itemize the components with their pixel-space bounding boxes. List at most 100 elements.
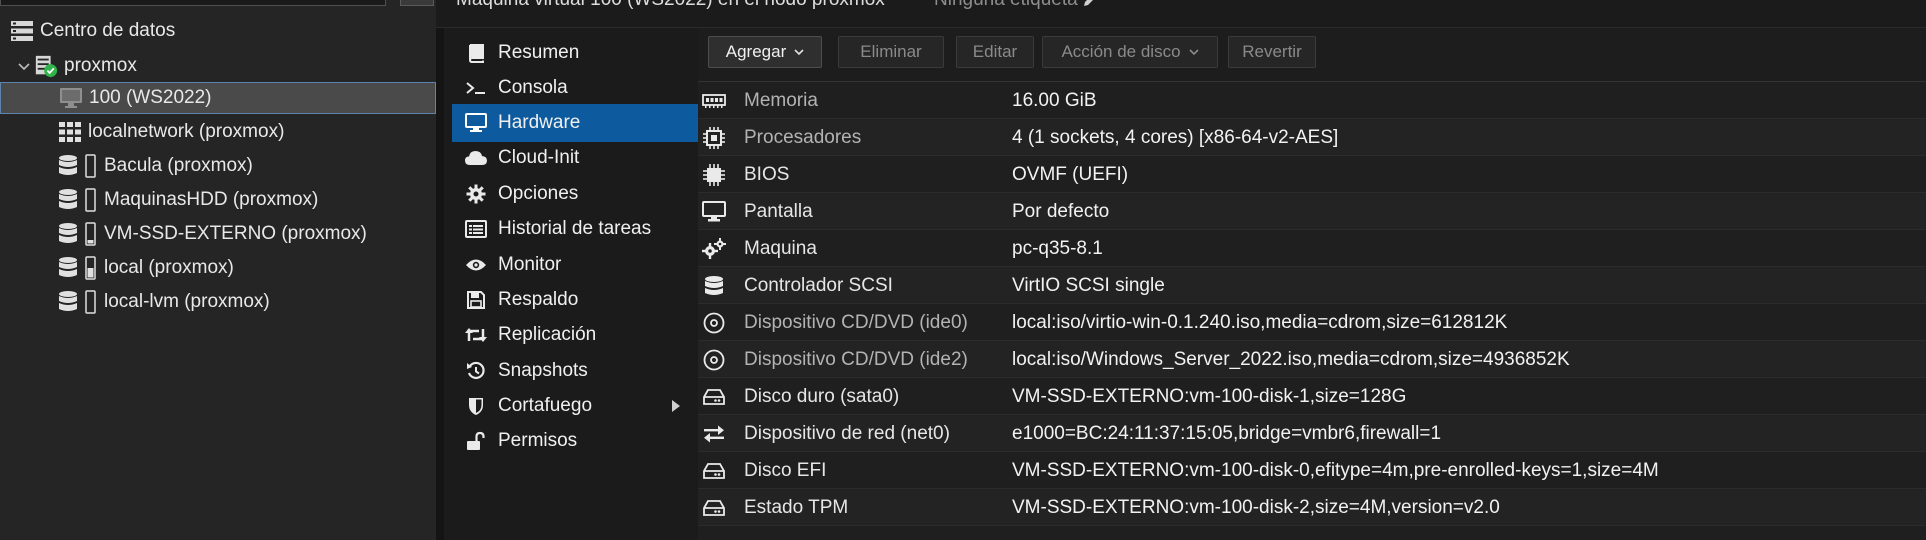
page-title: Máquina virtual 100 (WS2022) en el nodo … bbox=[456, 0, 885, 11]
disk-action-button[interactable]: Acción de disco bbox=[1042, 36, 1218, 68]
cloud-icon bbox=[464, 146, 488, 170]
tree-item-localnetwork[interactable]: localnetwork (proxmox) bbox=[0, 116, 436, 148]
pencil-icon[interactable] bbox=[1082, 0, 1098, 8]
add-button[interactable]: Agregar bbox=[708, 36, 822, 68]
hardware-row-efi-disk[interactable]: Disco EFI VM-SSD-EXTERNO:vm-100-disk-0,e… bbox=[698, 452, 1926, 489]
hardware-key: Procesadores bbox=[744, 127, 862, 148]
hardware-key: Disco duro (sata0) bbox=[744, 386, 900, 407]
tree-item-local[interactable]: local (proxmox) bbox=[0, 252, 436, 284]
tree-item-vm-ssd-externo[interactable]: VM-SSD-EXTERNO (proxmox) bbox=[0, 218, 436, 250]
network-grid-icon bbox=[58, 120, 82, 144]
nav-item-consola[interactable]: Consola bbox=[452, 69, 698, 107]
nav-label: Cortafuego bbox=[498, 395, 593, 416]
tree-node-datacenter[interactable]: Centro de datos bbox=[0, 15, 436, 47]
tags-label: Ninguna etiqueta bbox=[934, 0, 1078, 11]
nav-item-respaldo[interactable]: Respaldo bbox=[452, 281, 698, 319]
nav-label: Cloud-Init bbox=[498, 147, 580, 168]
tree-item-vm-100[interactable]: 100 (WS2022) bbox=[0, 82, 436, 114]
hardware-value: local:iso/virtio-win-0.1.240.iso,media=c… bbox=[1012, 312, 1508, 333]
hardware-row-maquina[interactable]: Maquina pc-q35-8.1 bbox=[698, 230, 1926, 267]
nav-item-monitor[interactable]: Monitor bbox=[452, 246, 698, 284]
tree-item-local-lvm[interactable]: local-lvm (proxmox) bbox=[0, 286, 436, 318]
tree-item-label: Bacula (proxmox) bbox=[104, 155, 253, 176]
edit-button-label: Editar bbox=[972, 42, 1018, 61]
tree-item-label: local-lvm (proxmox) bbox=[104, 291, 270, 312]
storage-icon bbox=[58, 188, 98, 212]
hardware-row-net0[interactable]: Dispositivo de red (net0) e1000=BC:24:11… bbox=[698, 415, 1926, 452]
hardware-key: Pantalla bbox=[744, 201, 813, 222]
nav-item-cloud-init[interactable]: Cloud-Init bbox=[452, 139, 698, 177]
nav-item-cortafuego[interactable]: Cortafuego bbox=[452, 387, 698, 425]
hardware-value: 16.00 GiB bbox=[1012, 90, 1097, 111]
hardware-row-tpm-state[interactable]: Estado TPM VM-SSD-EXTERNO:vm-100-disk-2,… bbox=[698, 489, 1926, 526]
shield-icon bbox=[464, 394, 488, 418]
tree-item-label: localnetwork (proxmox) bbox=[88, 121, 285, 142]
vm-nav-menu: Resumen Consola Hardware Cloud-Init Opci… bbox=[436, 28, 698, 540]
hardware-row-bios[interactable]: BIOS OVMF (UEFI) bbox=[698, 156, 1926, 193]
hardware-key: Disco EFI bbox=[744, 460, 827, 481]
nav-item-historial[interactable]: Historial de tareas bbox=[452, 210, 698, 248]
hardware-value: VirtIO SCSI single bbox=[1012, 275, 1165, 296]
add-button-label: Agregar bbox=[725, 42, 787, 61]
nav-item-permisos[interactable]: Permisos bbox=[452, 422, 698, 460]
datacenter-label: Centro de datos bbox=[40, 20, 176, 41]
tree-search-button[interactable] bbox=[400, 0, 434, 6]
revert-button-label: Revertir bbox=[1242, 42, 1302, 61]
floppy-icon bbox=[464, 288, 488, 312]
history-icon bbox=[464, 359, 488, 383]
hardware-value: VM-SSD-EXTERNO:vm-100-disk-2,size=4M,ver… bbox=[1012, 497, 1500, 518]
nav-label: Consola bbox=[498, 77, 568, 98]
nav-item-replicacion[interactable]: Replicación bbox=[452, 316, 698, 354]
nav-label: Historial de tareas bbox=[498, 218, 652, 239]
hardware-value: 4 (1 sockets, 4 cores) [x86-64-v2-AES] bbox=[1012, 127, 1339, 148]
tree-item-maquinashdd[interactable]: MaquinasHDD (proxmox) bbox=[0, 184, 436, 216]
hardware-key: Dispositivo CD/DVD (ide0) bbox=[744, 312, 968, 333]
list-icon bbox=[464, 217, 488, 241]
book-icon bbox=[464, 41, 488, 65]
nav-item-opciones[interactable]: Opciones bbox=[452, 175, 698, 213]
remove-button-label: Eliminar bbox=[860, 42, 922, 61]
submenu-arrow-icon[interactable] bbox=[672, 400, 680, 412]
chevron-down-icon[interactable] bbox=[18, 60, 30, 72]
node-online-icon bbox=[34, 54, 58, 78]
cdrom-icon bbox=[702, 348, 726, 372]
tags-area[interactable]: Ninguna etiqueta bbox=[934, 0, 1098, 11]
node-label: proxmox bbox=[64, 55, 137, 76]
revert-button[interactable]: Revertir bbox=[1228, 36, 1316, 68]
hardware-row-procesadores[interactable]: Procesadores 4 (1 sockets, 4 cores) [x86… bbox=[698, 119, 1926, 156]
hardware-row-cdrom-ide2[interactable]: Dispositivo CD/DVD (ide2) local:iso/Wind… bbox=[698, 341, 1926, 378]
tree-item-label: MaquinasHDD (proxmox) bbox=[104, 189, 319, 210]
cpu-icon bbox=[702, 126, 726, 150]
hardware-value: local:iso/Windows_Server_2022.iso,media=… bbox=[1012, 349, 1570, 370]
hardware-key: BIOS bbox=[744, 164, 790, 185]
hardware-row-pantalla[interactable]: Pantalla Por defecto bbox=[698, 193, 1926, 230]
hardware-row-memoria[interactable]: Memoria 16.00 GiB bbox=[698, 82, 1926, 119]
tree-item-label: 100 (WS2022) bbox=[89, 87, 212, 108]
storage-icon bbox=[58, 256, 98, 280]
hardware-grid: Memoria 16.00 GiB Procesadores 4 (1 sock… bbox=[698, 82, 1926, 540]
hardware-toolbar: Agregar Eliminar Editar Acción de disco … bbox=[698, 28, 1926, 82]
hardware-row-disk-sata0[interactable]: Disco duro (sata0) VM-SSD-EXTERNO:vm-100… bbox=[698, 378, 1926, 415]
nav-item-resumen[interactable]: Resumen bbox=[452, 34, 698, 72]
hardware-row-cdrom-ide0[interactable]: Dispositivo CD/DVD (ide0) local:iso/virt… bbox=[698, 304, 1926, 341]
nav-label: Opciones bbox=[498, 183, 579, 204]
edit-button[interactable]: Editar bbox=[956, 36, 1034, 68]
hardware-key: Memoria bbox=[744, 90, 818, 111]
hardware-row-scsi[interactable]: Controlador SCSI VirtIO SCSI single bbox=[698, 267, 1926, 304]
storage-icon bbox=[58, 222, 98, 246]
nav-item-hardware[interactable]: Hardware bbox=[452, 104, 698, 142]
nav-item-snapshots[interactable]: Snapshots bbox=[452, 352, 698, 390]
hardware-key: Estado TPM bbox=[744, 497, 849, 518]
hdd-icon bbox=[702, 459, 726, 483]
memory-icon bbox=[702, 89, 726, 113]
nav-label: Respaldo bbox=[498, 289, 579, 310]
monitor-icon bbox=[59, 86, 83, 110]
remove-button[interactable]: Eliminar bbox=[838, 36, 944, 68]
tree-item-bacula[interactable]: Bacula (proxmox) bbox=[0, 150, 436, 182]
tree-item-label: VM-SSD-EXTERNO (proxmox) bbox=[104, 223, 367, 244]
tree-node-proxmox[interactable]: proxmox bbox=[0, 50, 436, 82]
database-icon bbox=[702, 274, 726, 298]
tree-search-input[interactable] bbox=[0, 0, 386, 6]
hardware-key: Maquina bbox=[744, 238, 817, 259]
resource-tree: Centro de datos proxmox 100 (WS2022) loc… bbox=[0, 0, 436, 540]
